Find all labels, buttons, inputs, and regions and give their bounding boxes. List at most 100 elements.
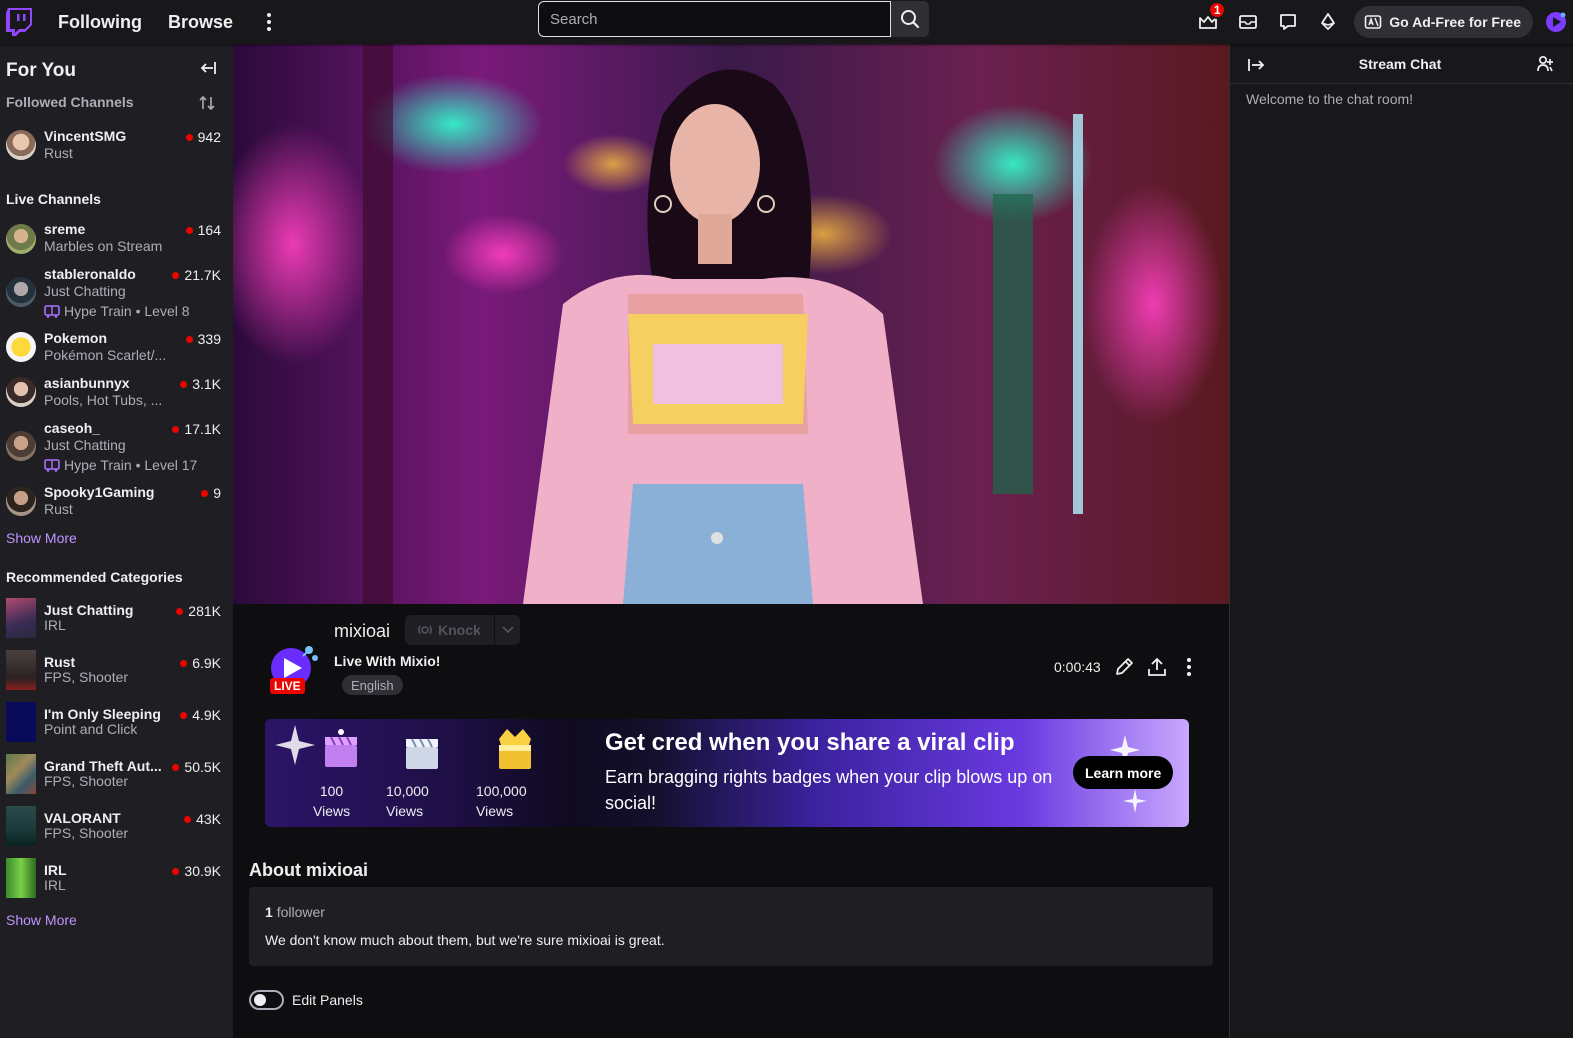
live-dot-icon <box>180 659 188 667</box>
live-dot-icon <box>185 226 193 234</box>
category-name: VALORANT <box>44 810 121 826</box>
live-badge: LIVE <box>270 678 305 694</box>
user-avatar-icon[interactable] <box>1543 9 1569 35</box>
followed-channels-header: Followed Channels <box>6 94 134 110</box>
clapper-badge-silver-icon <box>406 738 438 769</box>
knock-button-group: Knock <box>405 615 520 645</box>
community-users-icon[interactable] <box>1536 54 1556 74</box>
live-dot-icon <box>172 867 180 875</box>
category-tags: IRL <box>44 617 66 633</box>
channel-name: asianbunnyx <box>44 375 130 391</box>
live-dot-icon <box>172 763 180 771</box>
badge-100-views: 100 Views <box>313 783 351 819</box>
viewer-count: 50.5K <box>172 759 221 775</box>
inbox-button[interactable] <box>1228 2 1268 42</box>
viewer-count: 17.1K <box>172 421 221 437</box>
knock-dropdown[interactable] <box>495 626 520 634</box>
search-icon <box>901 10 920 29</box>
left-sidebar: For You Followed Channels VincentSMG Rus… <box>0 44 233 1038</box>
promo-description: Earn bragging rights badges when your cl… <box>605 767 1053 813</box>
viewer-count: 43K <box>184 811 221 827</box>
follower-count: 1 follower <box>265 904 325 920</box>
category-thumbnail <box>6 650 36 690</box>
viewer-count: 339 <box>185 331 221 347</box>
knock-button[interactable]: Knock <box>405 615 495 645</box>
channel-info-area: LIVE mixioai Knock Live With Mixio! Engl… <box>233 604 1229 1038</box>
channel-game: Rust <box>44 145 73 161</box>
category-thumbnail <box>6 598 36 638</box>
hype-train-status: Hype Train • Level 17 <box>44 457 197 473</box>
language-tag[interactable]: English <box>342 675 403 695</box>
stream-chat: Stream Chat Welcome to the chat room! <box>1229 44 1573 1038</box>
stream-title: Live With Mixio! <box>334 653 441 669</box>
channel-game: Just Chatting <box>44 437 126 453</box>
viewer-count: 21.7K <box>172 267 221 283</box>
category-tags: FPS, Shooter <box>44 825 129 841</box>
live-dot-icon <box>176 607 184 615</box>
drops-button[interactable]: 1 <box>1188 1 1228 42</box>
video-player[interactable] <box>233 44 1229 604</box>
nav-following[interactable]: Following <box>58 12 142 33</box>
channel-avatar <box>6 224 36 254</box>
learn-more-button[interactable]: Learn more <box>1073 756 1174 789</box>
more-options-icon[interactable] <box>1178 656 1200 678</box>
show-more-categories-link[interactable]: Show More <box>6 912 77 928</box>
mail-icon <box>1239 15 1258 29</box>
clapper-badge-purple-icon <box>325 729 357 767</box>
sidebar-title: For You <box>6 60 77 81</box>
share-icon[interactable] <box>1146 656 1168 678</box>
edit-panels-toggle[interactable] <box>249 990 284 1010</box>
show-more-channels-link[interactable]: Show More <box>6 530 77 546</box>
category-tags: IRL <box>44 877 66 893</box>
stream-uptime: 0:00:43 <box>1054 659 1101 675</box>
live-dot-icon <box>180 711 188 719</box>
channel-game: Marbles on Stream <box>44 238 163 254</box>
whisper-icon <box>1280 14 1297 30</box>
more-menu-icon[interactable] <box>259 10 279 34</box>
viewer-count: 3.1K <box>180 376 221 392</box>
whispers-button[interactable] <box>1268 2 1308 42</box>
hype-train-icon <box>44 305 60 318</box>
edit-panels-label: Edit Panels <box>292 992 363 1008</box>
channel-avatar <box>6 277 36 307</box>
about-heading: About mixioai <box>249 860 369 880</box>
search-input[interactable] <box>538 1 891 37</box>
live-dot-icon <box>172 425 180 433</box>
sort-icon[interactable] <box>198 94 216 112</box>
chat-welcome-message: Welcome to the chat room! <box>1246 91 1414 107</box>
viewer-count: 30.9K <box>172 863 221 879</box>
bits-button[interactable] <box>1308 2 1348 42</box>
promo-heading: Get cred when you share a viral clip <box>605 729 1015 756</box>
badge-100000-views: 100,000 Views <box>476 783 527 819</box>
channel-avatar <box>6 431 36 461</box>
top-nav: Following Browse 1 Go Ad-Free for Free <box>0 0 1573 44</box>
viral-clip-promo-banner: 100 Views 10,000 Views 100,000 Views Get cr… <box>265 719 1189 827</box>
search-bar <box>538 1 929 37</box>
nav-browse[interactable]: Browse <box>168 12 233 33</box>
channel-game: Just Chatting <box>44 283 126 299</box>
edit-pencil-icon[interactable] <box>1113 656 1135 678</box>
channel-game: Pokémon Scarlet/... <box>44 347 167 363</box>
category-thumbnail <box>6 806 36 846</box>
collapse-sidebar-icon[interactable] <box>198 58 218 78</box>
channel-name[interactable]: mixioai <box>334 621 390 642</box>
viewer-count: 942 <box>185 129 221 145</box>
category-tags: Point and Click <box>44 721 138 737</box>
channel-name: VincentSMG <box>44 128 127 144</box>
live-dot-icon <box>184 815 192 823</box>
edit-panels-row: Edit Panels <box>249 990 363 1010</box>
recommended-categories-header: Recommended Categories <box>6 569 183 585</box>
live-dot-icon <box>185 335 193 343</box>
search-button[interactable] <box>891 1 929 37</box>
live-dot-icon <box>185 133 193 141</box>
channel-name: Pokemon <box>44 330 108 346</box>
notification-badge: 1 <box>1208 1 1227 19</box>
ad-free-label: Go Ad-Free for Free <box>1389 14 1521 30</box>
category-tags: FPS, Shooter <box>44 669 129 685</box>
about-description: We don't know much about them, but we're… <box>265 932 665 948</box>
top-right-actions: 1 Go Ad-Free for Free <box>1188 0 1573 44</box>
hype-train-status: Hype Train • Level 8 <box>44 303 190 319</box>
live-dot-icon <box>180 380 188 388</box>
twitch-logo-icon[interactable] <box>6 8 32 36</box>
ad-free-button[interactable]: Go Ad-Free for Free <box>1354 6 1533 38</box>
